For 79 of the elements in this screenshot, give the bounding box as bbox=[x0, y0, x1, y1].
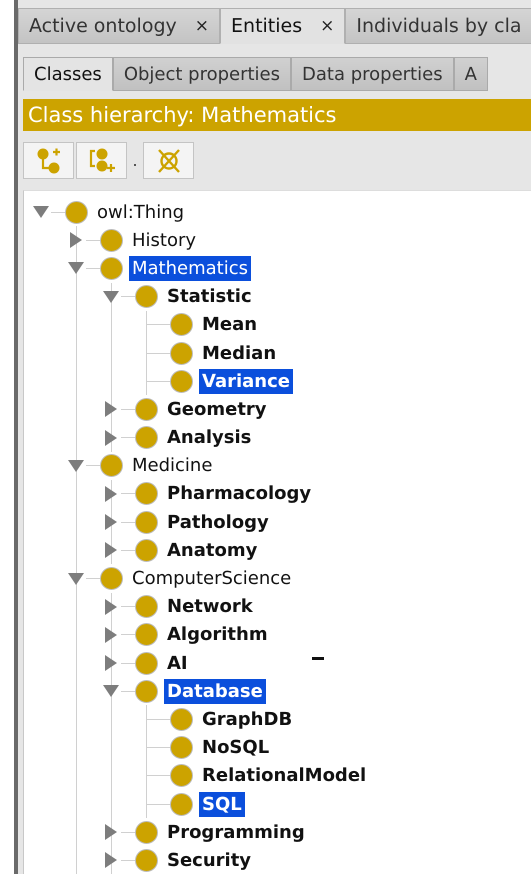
expand-triangle-icon[interactable] bbox=[105, 486, 117, 502]
editor-tab[interactable]: Entities × bbox=[220, 8, 346, 44]
delete-class-button[interactable] bbox=[143, 142, 194, 179]
class-node[interactable]: Pharmacology bbox=[164, 481, 314, 506]
collapse-triangle-icon[interactable] bbox=[68, 460, 84, 472]
add-subclass-icon bbox=[34, 146, 62, 174]
class-icon bbox=[100, 454, 123, 478]
class-icon bbox=[135, 398, 158, 421]
class-icon bbox=[135, 820, 158, 844]
class-icon bbox=[100, 567, 123, 590]
class-icon bbox=[135, 510, 158, 534]
class-node[interactable]: Anatomy bbox=[164, 538, 260, 563]
class-node[interactable]: Statistic bbox=[164, 284, 255, 310]
class-node[interactable]: Pathology bbox=[164, 510, 272, 535]
class-icon bbox=[135, 285, 158, 308]
entity-tab[interactable]: Classes bbox=[23, 57, 113, 91]
expand-triangle-icon[interactable] bbox=[70, 232, 82, 248]
expand-triangle-icon[interactable] bbox=[105, 626, 117, 643]
class-icon bbox=[100, 256, 123, 280]
expand-triangle-icon[interactable] bbox=[105, 598, 117, 615]
class-icon bbox=[170, 792, 193, 816]
class-node[interactable]: AI bbox=[164, 650, 191, 676]
expand-triangle-icon[interactable] bbox=[105, 655, 117, 672]
entity-tab[interactable]: Data properties bbox=[291, 57, 454, 91]
entity-tab[interactable]: Object properties bbox=[112, 57, 292, 91]
add-subclass-button[interactable] bbox=[23, 142, 74, 179]
class-node[interactable]: RelationalModel bbox=[199, 763, 370, 788]
class-icon bbox=[170, 342, 193, 365]
class-node[interactable]: History bbox=[129, 228, 200, 253]
class-icon bbox=[135, 426, 158, 450]
collapse-triangle-icon[interactable] bbox=[68, 262, 84, 274]
class-icon bbox=[170, 764, 193, 788]
dash-mark bbox=[312, 657, 324, 660]
collapse-triangle-icon[interactable] bbox=[103, 685, 119, 698]
class-icon bbox=[170, 370, 193, 393]
expand-triangle-icon[interactable] bbox=[105, 852, 117, 868]
view-title: Class hierarchy: Mathematics bbox=[23, 99, 531, 131]
add-sibling-button[interactable] bbox=[76, 142, 127, 179]
class-node[interactable]: Security bbox=[164, 848, 254, 873]
expand-triangle-icon[interactable] bbox=[105, 514, 117, 530]
class-node[interactable]: Median bbox=[199, 340, 280, 366]
class-node[interactable]: GraphDB bbox=[199, 706, 296, 732]
class-node[interactable]: NoSQL bbox=[199, 735, 272, 760]
class-icon bbox=[65, 200, 88, 224]
class-node[interactable]: owl:Thing bbox=[94, 200, 188, 225]
class-node[interactable]: Mathematics bbox=[129, 256, 251, 281]
class-node[interactable]: Algorithm bbox=[164, 622, 271, 648]
class-icon bbox=[135, 680, 158, 703]
class-node[interactable]: Geometry bbox=[164, 396, 270, 422]
class-node[interactable]: Network bbox=[164, 594, 256, 620]
class-node[interactable]: Mean bbox=[199, 312, 260, 338]
class-icon bbox=[135, 538, 158, 562]
editor-tab[interactable]: Individuals by cla bbox=[345, 8, 531, 44]
add-sibling-icon bbox=[88, 146, 116, 174]
class-icon bbox=[135, 595, 158, 618]
collapse-triangle-icon[interactable] bbox=[103, 290, 119, 303]
class-node[interactable]: Database bbox=[164, 678, 266, 704]
expand-triangle-icon[interactable] bbox=[105, 401, 117, 418]
class-icon bbox=[100, 228, 123, 252]
class-node[interactable]: ComputerScience bbox=[129, 566, 294, 592]
class-icon bbox=[135, 652, 158, 675]
collapse-triangle-icon[interactable] bbox=[33, 206, 49, 218]
class-node[interactable]: Variance bbox=[199, 368, 293, 394]
close-tab-button[interactable]: × bbox=[320, 16, 334, 36]
class-icon bbox=[135, 482, 158, 506]
class-icon bbox=[170, 736, 193, 760]
class-icon bbox=[170, 708, 193, 731]
close-tab-button[interactable]: × bbox=[194, 16, 210, 36]
expand-triangle-icon[interactable] bbox=[105, 824, 117, 840]
class-node[interactable]: Analysis bbox=[164, 425, 254, 450]
collapse-triangle-icon[interactable] bbox=[68, 572, 84, 585]
editor-tab[interactable]: Active ontology × bbox=[18, 8, 220, 44]
class-node[interactable]: Medicine bbox=[129, 453, 216, 478]
entity-tab[interactable]: A bbox=[454, 57, 488, 91]
class-icon bbox=[135, 848, 158, 872]
class-node[interactable]: SQL bbox=[199, 792, 245, 817]
class-node[interactable]: Programming bbox=[164, 820, 308, 845]
class-icon bbox=[170, 313, 193, 336]
class-icon bbox=[135, 623, 158, 646]
